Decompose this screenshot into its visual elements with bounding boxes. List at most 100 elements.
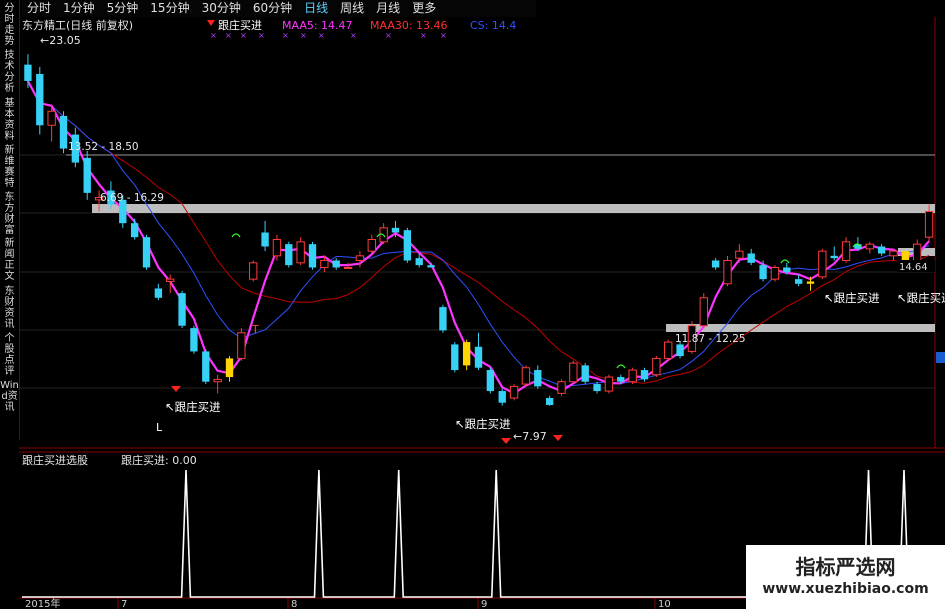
candle [628,367,637,385]
cross-marker: × [350,31,357,40]
price-band [92,204,935,213]
candle-body [36,73,44,126]
candle-body [640,370,649,380]
candle [332,258,340,270]
candle-body [190,328,198,352]
candle [640,367,649,382]
cross-marker: × [282,31,289,40]
candle [652,356,661,378]
candle [451,342,459,373]
candle [581,363,589,385]
candle-body [24,64,32,81]
candle-body [415,258,423,266]
candle-body [735,250,744,259]
candle [841,237,851,263]
candle [604,374,614,394]
cross-marker: × [440,31,447,40]
buy-signal-arrow [553,435,563,441]
trend-marker [231,233,241,238]
candle [367,234,376,254]
low-price-label: ←7.97 [513,430,547,443]
cross-marker: × [300,31,307,40]
cross-marker: × [210,31,217,40]
ma5-legend: MAA5: 14.47 [282,19,353,32]
candle-body [355,255,365,261]
candle [237,328,246,361]
xaxis-label: 7 [121,599,127,609]
candle-body [593,384,601,392]
buy-signal-arrow [171,386,181,392]
candle [24,54,32,88]
candle [202,349,210,385]
candle-body [699,297,708,327]
band-layer [66,154,935,332]
candle-body [711,260,720,268]
candle-body [617,377,625,382]
candle [723,255,732,287]
ma30-legend: MAA30: 13.46 [370,19,448,32]
candle-body [877,246,886,254]
chart-canvas[interactable]: 13.52 - 18.50 6.69 - 16.29 11.87 - 12.25 ←2… [0,0,945,609]
candle-body [367,238,376,252]
candle [225,356,234,382]
candle-body [225,358,234,378]
candle [865,241,874,254]
candle-body [664,341,673,359]
candle-body [830,255,838,259]
stock-chart-app: 分时 1分钟 5分钟 15分钟 30分钟 60分钟 日线 周线 月线 更多 分时走势 技术分析 基本资… [0,0,945,609]
candle-body [474,346,483,368]
candle [818,248,827,280]
cross-marker: × [385,31,392,40]
candle [296,237,305,266]
candle-body [391,227,400,233]
candle [261,220,269,252]
candle-body [451,344,459,371]
candle-body [154,288,163,298]
candle-body [545,398,554,406]
candle-body [59,115,68,149]
candle-body [249,262,258,280]
candle-body [320,259,329,268]
candle-body [794,279,803,284]
candle-body [486,370,495,392]
signal-legend-icon [207,20,215,26]
candle [498,388,506,406]
candle [249,260,258,282]
candle [154,283,163,301]
candle-body [166,278,175,282]
candle [285,241,293,268]
candle-body [202,351,210,382]
candle-body [747,253,755,263]
cross-marker: × [258,31,265,40]
chart-title: 东方精工(日线 前复权) [22,18,133,32]
candle [427,262,435,268]
band-label: 11.87 - 12.25 [675,333,746,345]
candle-body [521,367,531,385]
candle-body [806,281,815,284]
candle [877,244,886,256]
candle [770,265,780,282]
watermark-title: 指标严选网 [795,555,896,579]
xaxis-label: 8 [291,599,297,609]
candle-body [332,260,340,268]
candle-body [604,376,614,392]
candle-body [841,241,851,261]
candle [83,150,91,200]
third-legend: CS: 14.4 [470,19,516,32]
band-label: 6.69 - 16.29 [100,192,164,204]
candle-body [534,370,542,387]
buy-signal-arrow [501,438,511,444]
candle [308,241,317,270]
band-label: 13.52 - 18.50 [68,141,139,153]
candle-body [213,378,222,383]
buy-signal-label: ↖跟庄买进 [897,291,945,305]
xaxis-label: 2015年 [25,597,60,609]
candle [178,290,186,329]
buy-signal-label: ↖跟庄买进 [824,291,880,305]
candle [711,258,720,270]
candle-body [924,211,934,238]
candle [462,339,471,371]
candle [142,234,151,270]
candle-body [865,243,874,250]
candle-body [403,230,412,261]
